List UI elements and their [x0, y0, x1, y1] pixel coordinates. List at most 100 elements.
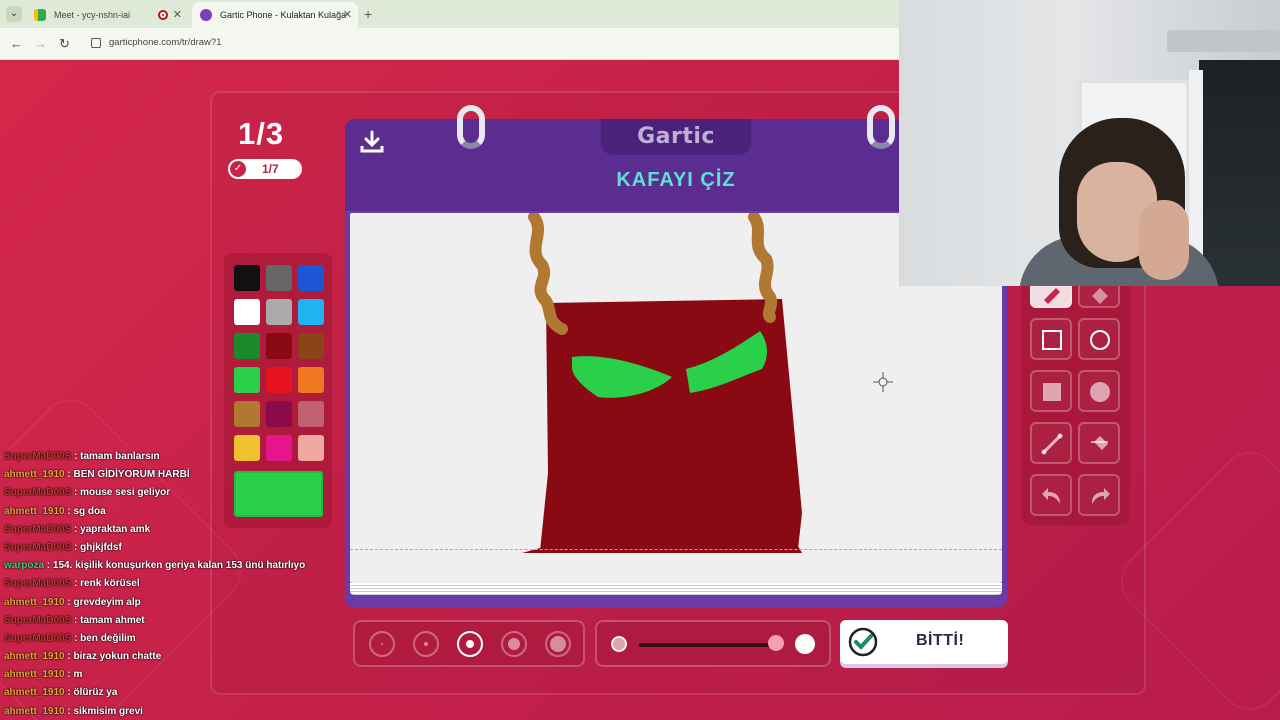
color-swatch[interactable]	[298, 333, 324, 359]
paint-bucket-icon	[1091, 436, 1108, 450]
undo-icon	[1042, 488, 1060, 504]
square-filled-icon	[1043, 383, 1061, 401]
download-icon[interactable]	[359, 129, 385, 155]
brush-size-1[interactable]	[369, 631, 395, 657]
circle-outline-icon	[1090, 330, 1110, 350]
eraser-icon	[1092, 288, 1108, 304]
chat-message: ahmett_1910 : grevdeyim alp	[4, 594, 334, 612]
webcam-background-shelf	[1167, 30, 1280, 52]
color-swatch[interactable]	[266, 367, 292, 393]
low-opacity-icon	[611, 636, 627, 652]
url-field[interactable]: garticphone.com/tr/draw?1	[109, 37, 221, 48]
browser-tab-meet[interactable]: Meet - ycy-nshn-iai ✕	[26, 2, 188, 28]
check-icon: ✓	[230, 161, 246, 177]
color-swatch[interactable]	[266, 401, 292, 427]
chat-username: SuperMaD00S	[4, 541, 72, 553]
chat-message: ahmett_1910 : sg doa	[4, 503, 334, 521]
ellipse-fill-tool[interactable]	[1078, 370, 1120, 412]
chat-text: : m	[64, 669, 83, 681]
chat-message: SuperMaD00S : ghjkjfdsf	[4, 539, 334, 557]
ellipse-outline-tool[interactable]	[1078, 318, 1120, 360]
color-swatch[interactable]	[298, 401, 324, 427]
done-label: BİTTİ!	[916, 632, 965, 649]
forward-icon[interactable]: →	[34, 36, 47, 52]
brush-size-2[interactable]	[413, 631, 439, 657]
chat-username: warpoza	[4, 560, 45, 572]
meet-favicon-icon	[34, 9, 46, 21]
close-tab-icon[interactable]: ✕	[173, 2, 182, 28]
chat-message: ahmett_1910 : m	[4, 666, 334, 684]
brush-size-4[interactable]	[501, 631, 527, 657]
opacity-fill	[639, 643, 772, 647]
notebook-page-edge	[350, 583, 1002, 595]
round-counter: 1/3	[238, 116, 285, 151]
chat-text: : ghjkjfdsf	[71, 541, 122, 553]
color-swatch[interactable]	[234, 333, 260, 359]
tools-panel	[1022, 274, 1130, 525]
players-done-badge: ✓ 1/7	[228, 159, 302, 179]
color-swatch[interactable]	[266, 299, 292, 325]
rectangle-outline-tool[interactable]	[1030, 318, 1072, 360]
chat-username: SuperMaD00S	[4, 487, 72, 499]
tab-search-chevron-icon[interactable]: ⌄	[6, 6, 22, 22]
pencil-icon	[1044, 288, 1060, 304]
color-swatch[interactable]	[234, 299, 260, 325]
chat-username: SuperMaD00S	[4, 614, 72, 626]
color-swatch[interactable]	[266, 265, 292, 291]
chat-username: ahmett_1910	[4, 596, 65, 608]
opacity-slider[interactable]	[639, 643, 779, 647]
circle-filled-icon	[1090, 382, 1110, 402]
done-button[interactable]: BİTTİ!	[840, 620, 1008, 664]
chat-message: SuperMaD00S : renk körüsel	[4, 575, 334, 593]
opacity-slider-thumb[interactable]	[768, 635, 784, 651]
chat-username: ahmett_1910	[4, 669, 65, 681]
chat-text: : tamam ahmet	[71, 614, 145, 626]
chat-text: : BEN GİDİYORUM HARBİ	[64, 469, 190, 481]
undo-button[interactable]	[1030, 474, 1072, 516]
brush-size-3[interactable]	[457, 631, 483, 657]
color-swatch[interactable]	[298, 265, 324, 291]
crosshair-cursor-icon	[873, 372, 893, 392]
chat-message: SuperMaD00S : ben değilim	[4, 630, 334, 648]
rectangle-fill-tool[interactable]	[1030, 370, 1072, 412]
chat-text: : renk körüsel	[71, 578, 140, 590]
stream-chat-overlay: SuperMaD00S : tamam banlarsın ahmett_1910…	[4, 448, 334, 720]
chat-text: : ben değilim	[71, 632, 136, 644]
reload-icon[interactable]: ↻	[59, 36, 70, 52]
chat-message: warpoza : 154. kişilik konuşurken geriya…	[4, 557, 334, 575]
notebook-ring	[867, 105, 895, 149]
browser-tab-gartic[interactable]: Gartic Phone - Kulaktan Kulağa ✕	[192, 2, 358, 28]
color-swatch[interactable]	[234, 401, 260, 427]
fill-bucket-tool[interactable]	[1078, 422, 1120, 464]
redo-button[interactable]	[1078, 474, 1120, 516]
line-icon	[1041, 433, 1063, 455]
color-swatch[interactable]	[234, 265, 260, 291]
chat-username: SuperMaD00S	[4, 451, 72, 462]
chat-username: SuperMaD00S	[4, 632, 72, 644]
chat-message: SuperMaD00S : yapraktan amk	[4, 521, 334, 539]
webcam-background-dark-window	[1199, 60, 1280, 286]
color-swatch[interactable]	[234, 367, 260, 393]
gartic-favicon-icon	[200, 9, 212, 21]
recording-icon	[158, 10, 168, 20]
line-tool[interactable]	[1030, 422, 1072, 464]
tab-title: Gartic Phone - Kulaktan Kulağa	[220, 10, 347, 20]
site-info-icon[interactable]	[91, 38, 101, 48]
redo-icon	[1092, 488, 1110, 504]
players-done-count: 1/7	[262, 162, 279, 176]
color-swatch[interactable]	[298, 367, 324, 393]
notebook-ring	[457, 105, 485, 149]
chat-text: : 154. kişilik konuşurken geriya kalan 1…	[44, 560, 306, 572]
color-swatch[interactable]	[266, 333, 292, 359]
tab-title: Meet - ycy-nshn-iai	[54, 10, 131, 20]
chat-message: ahmett_1910 : ölürüz ya	[4, 684, 334, 702]
new-tab-icon[interactable]: +	[364, 6, 372, 22]
brush-size-5[interactable]	[545, 631, 571, 657]
chat-message: SuperMaD00S : tamam ahmet	[4, 612, 334, 630]
color-swatch[interactable]	[298, 299, 324, 325]
chat-text: : sg doa	[64, 505, 106, 517]
chat-text: : ölürüz ya	[64, 687, 118, 699]
close-tab-icon[interactable]: ✕	[343, 2, 352, 28]
back-icon[interactable]: ←	[10, 36, 23, 52]
square-outline-icon	[1042, 330, 1062, 350]
